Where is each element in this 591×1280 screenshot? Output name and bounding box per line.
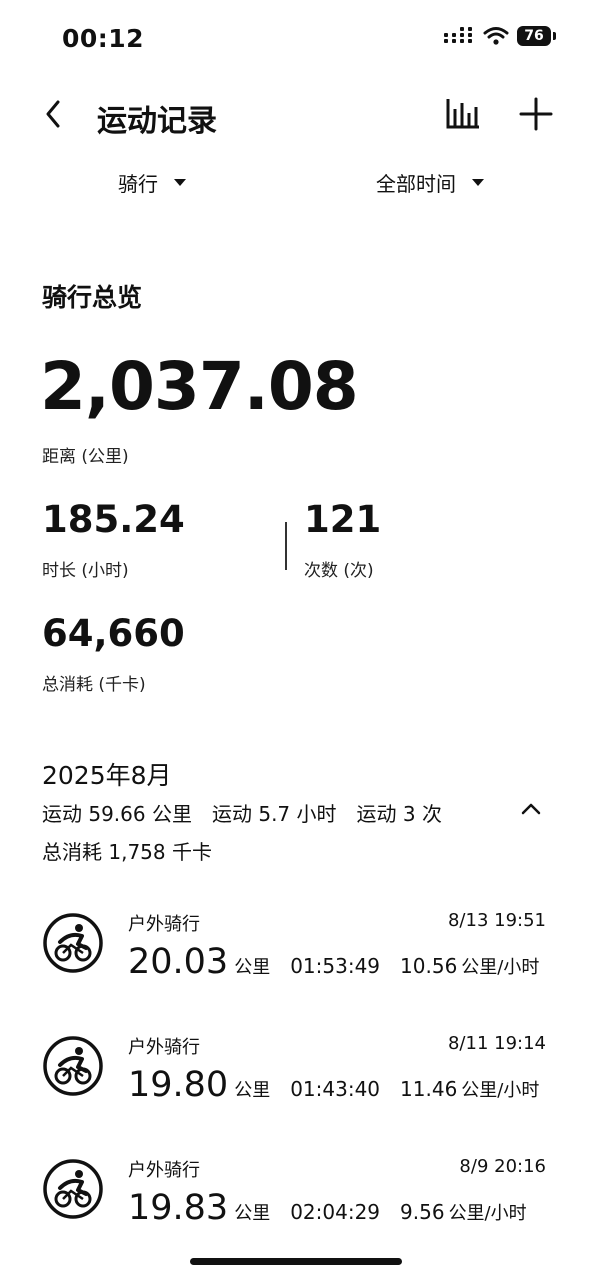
- total-duration-value: 185.24: [42, 498, 185, 541]
- record-speed-unit: 公里/小时: [448, 1203, 527, 1224]
- plus-icon: [519, 97, 553, 131]
- total-calories-value: 64,660: [42, 612, 185, 655]
- statistics-button[interactable]: [445, 97, 481, 131]
- chevron-up-icon: [521, 803, 541, 815]
- total-count-value: 121: [304, 498, 382, 541]
- cycling-icon: [43, 913, 103, 973]
- record-duration: 02:04:29: [290, 1200, 381, 1224]
- month-count: 运动 3 次: [356, 802, 442, 826]
- record-speed: 9.56: [400, 1200, 445, 1224]
- signal-icon: [444, 27, 472, 43]
- cycling-icon: [43, 1159, 103, 1219]
- total-calories-label: 总消耗 (千卡): [42, 675, 146, 695]
- record-distance-unit: 公里: [234, 957, 271, 978]
- sport-filter-dropdown[interactable]: 骑行: [118, 168, 186, 197]
- add-button[interactable]: [518, 96, 554, 132]
- record-duration: 01:43:40: [290, 1077, 381, 1101]
- time-filter-label: 全部时间: [376, 172, 456, 196]
- month-calories: 总消耗 1,758 千卡: [42, 840, 212, 864]
- record-distance-unit: 公里: [234, 1080, 271, 1101]
- time-filter-dropdown[interactable]: 全部时间: [376, 168, 484, 197]
- record-item[interactable]: 户外骑行 8/13 19:51 20.03 公里 01:53:49 10.56 …: [40, 910, 550, 1002]
- month-duration: 运动 5.7 小时: [211, 802, 337, 826]
- record-date: 8/11 19:14: [447, 1033, 546, 1054]
- status-time: 00:12: [62, 24, 145, 53]
- month-title: 2025年8月: [42, 761, 172, 790]
- record-type: 户外骑行: [128, 1160, 200, 1181]
- record-distance-unit: 公里: [234, 1203, 271, 1224]
- record-item[interactable]: 户外骑行 8/11 19:14 19.80 公里 01:43:40 11.46 …: [40, 1033, 550, 1125]
- bar-chart-icon: [446, 99, 479, 129]
- month-distance: 运动 59.66 公里: [42, 802, 192, 826]
- stat-divider: [285, 522, 287, 570]
- caret-down-icon: [472, 179, 484, 186]
- sport-filter-label: 骑行: [118, 172, 158, 196]
- record-type: 户外骑行: [128, 1037, 200, 1058]
- record-distance: 19.83: [128, 1188, 229, 1228]
- record-distance: 20.03: [128, 942, 229, 982]
- back-button[interactable]: [40, 96, 70, 132]
- record-date: 8/13 19:51: [447, 910, 546, 931]
- record-speed: 10.56: [400, 954, 458, 978]
- record-speed-unit: 公里/小时: [461, 957, 540, 978]
- total-count-label: 次数 (次): [304, 561, 374, 581]
- record-duration: 01:53:49: [290, 954, 381, 978]
- wifi-icon: [483, 27, 509, 45]
- page-title: 运动记录: [97, 104, 217, 139]
- record-item[interactable]: 户外骑行 8/9 20:16 19.83 公里 02:04:29 9.56 公里…: [40, 1156, 550, 1248]
- record-speed-unit: 公里/小时: [461, 1080, 540, 1101]
- record-distance: 19.80: [128, 1065, 229, 1105]
- cycling-icon: [43, 1036, 103, 1096]
- total-distance-label: 距离 (公里): [42, 447, 129, 467]
- month-summary: 运动 59.66 公里 运动 5.7 小时 运动 3 次: [42, 798, 462, 827]
- record-type: 户外骑行: [128, 914, 200, 935]
- caret-down-icon: [174, 179, 186, 186]
- status-icons: 76: [443, 26, 556, 46]
- chevron-left-icon: [46, 100, 60, 128]
- record-date: 8/9 20:16: [459, 1156, 546, 1177]
- overview-title: 骑行总览: [42, 283, 143, 312]
- battery-icon: 76: [517, 26, 556, 46]
- total-distance-value: 2,037.08: [40, 348, 359, 425]
- total-duration-label: 时长 (小时): [42, 561, 129, 581]
- record-speed: 11.46: [400, 1077, 458, 1101]
- collapse-month-button[interactable]: [518, 798, 544, 820]
- home-indicator[interactable]: [190, 1258, 402, 1265]
